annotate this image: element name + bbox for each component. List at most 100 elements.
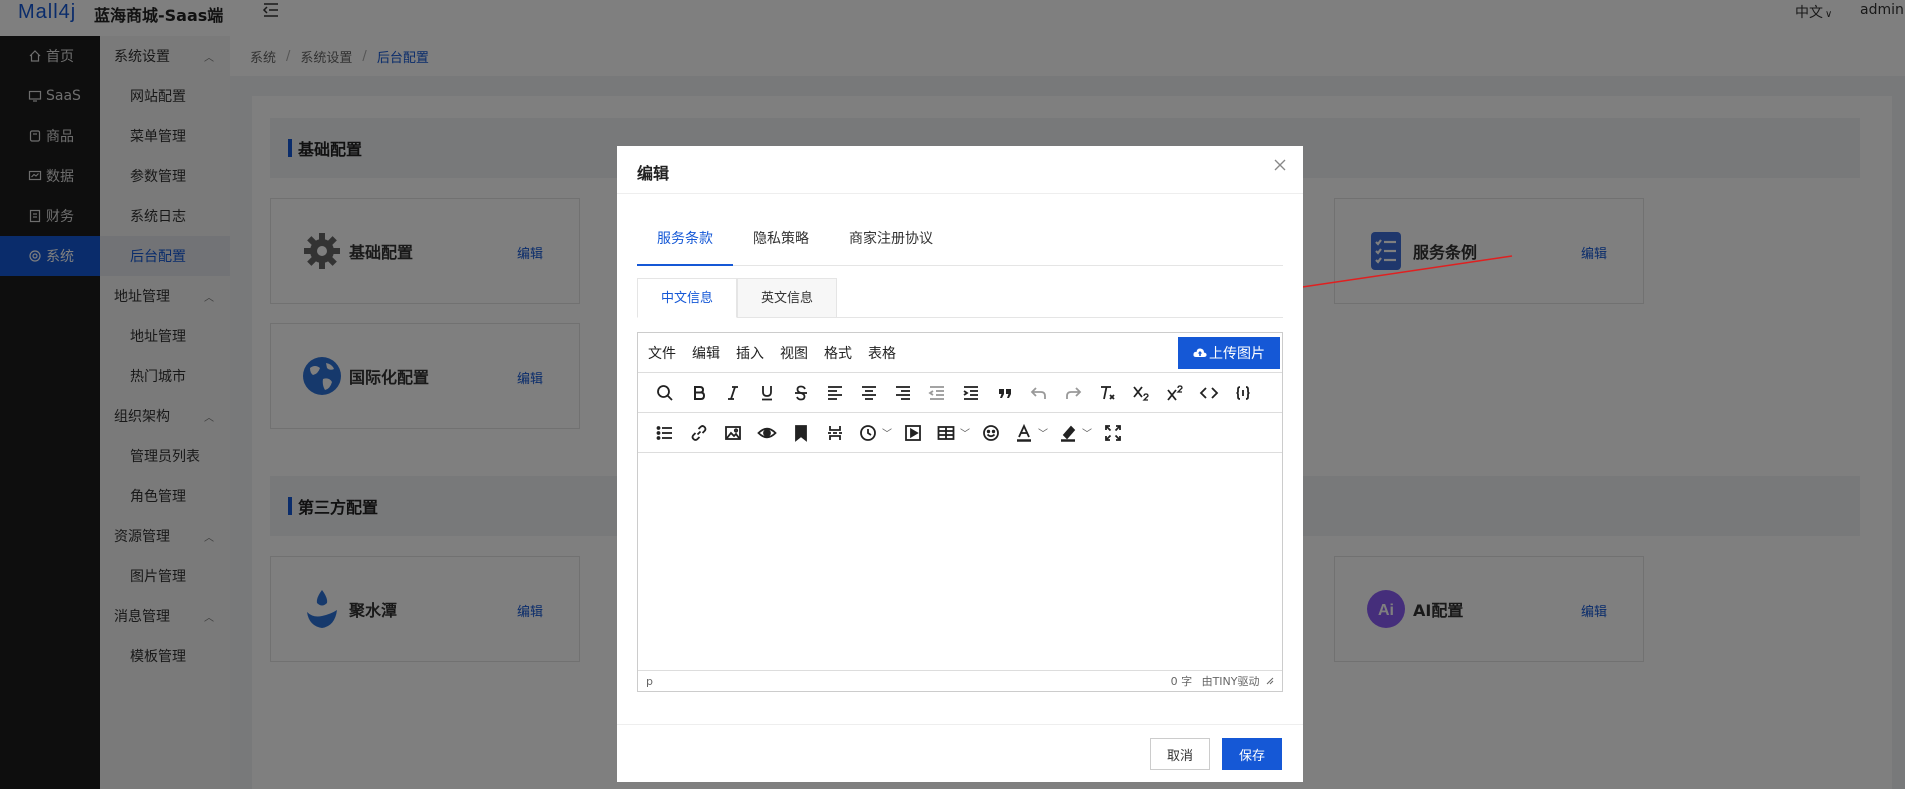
clock-icon <box>860 424 876 441</box>
word-count[interactable]: 0 字 <box>1171 675 1193 688</box>
dialog-divider <box>617 193 1303 194</box>
page-break-button[interactable] <box>818 418 852 448</box>
menu-file[interactable]: 文件 <box>648 343 676 363</box>
code-sample-button[interactable] <box>1226 378 1260 408</box>
editor-toolbar-row-2: ﹀ ﹀ ﹀ ﹀ <box>638 413 1282 453</box>
link-button[interactable] <box>682 418 716 448</box>
bookmark-icon <box>795 424 807 442</box>
blockquote-button[interactable] <box>988 378 1022 408</box>
preview-button[interactable] <box>750 418 784 448</box>
strikethrough-icon <box>795 385 807 400</box>
menu-insert[interactable]: 插入 <box>736 343 764 363</box>
bold-button[interactable] <box>682 378 716 408</box>
outdent-icon <box>928 385 944 400</box>
superscript-button[interactable] <box>1158 378 1192 408</box>
fullscreen-icon <box>1105 424 1121 441</box>
table-icon <box>937 425 955 440</box>
indent-button[interactable] <box>954 378 988 408</box>
menu-table[interactable]: 表格 <box>868 343 896 363</box>
align-center-icon <box>862 385 876 400</box>
highlighter-icon <box>1061 425 1076 442</box>
chevron-down-icon: ﹀ <box>1082 429 1092 440</box>
save-button[interactable]: 保存 <box>1222 738 1282 770</box>
highlight-color-dropdown[interactable]: ﹀ <box>1052 418 1096 448</box>
media-button[interactable] <box>896 418 930 448</box>
align-right-icon <box>896 385 910 400</box>
list-icon <box>656 425 672 440</box>
fullscreen-button[interactable] <box>1096 418 1130 448</box>
tab-chinese-info[interactable]: 中文信息 <box>637 278 737 318</box>
underline-icon <box>762 385 772 400</box>
upload-image-label: 上传图片 <box>1209 346 1265 362</box>
code-icon <box>1199 386 1219 399</box>
agreement-tabs: 服务条款 隐私策略 商家注册协议 <box>637 224 1283 266</box>
video-icon <box>905 424 921 441</box>
powered-by[interactable]: 由TINY驱动 <box>1202 675 1260 688</box>
cloud-upload-icon <box>1193 348 1207 357</box>
table-dropdown[interactable]: ﹀ <box>930 418 974 448</box>
dialog-title: 编辑 <box>637 164 670 183</box>
redo-button[interactable] <box>1056 378 1090 408</box>
find-replace-button[interactable] <box>648 378 682 408</box>
editor-menubar: 文件 编辑 插入 视图 格式 表格 上传图片 <box>638 333 1282 373</box>
italic-icon <box>728 385 738 400</box>
statusbar-right: 0 字 由TINY驱动 <box>1171 673 1274 689</box>
tab-english-info[interactable]: 英文信息 <box>737 278 837 318</box>
dialog-footer-divider <box>617 724 1303 725</box>
align-center-button[interactable] <box>852 378 886 408</box>
emoji-button[interactable] <box>974 418 1008 448</box>
insert-datetime-dropdown[interactable]: ﹀ <box>852 418 896 448</box>
edit-dialog: 编辑 服务条款 隐私策略 商家注册协议 中文信息 英文信息 文件 编辑 插入 视… <box>617 146 1303 782</box>
redo-icon <box>1066 386 1082 399</box>
emoji-icon <box>983 424 999 441</box>
list-button[interactable] <box>648 418 682 448</box>
page-break-icon <box>828 425 842 440</box>
source-code-button[interactable] <box>1192 378 1226 408</box>
element-path[interactable]: p <box>646 675 653 688</box>
resize-handle-icon[interactable] <box>1266 677 1274 685</box>
tab-merchant-agreement[interactable]: 商家注册协议 <box>829 224 953 266</box>
align-right-button[interactable] <box>886 378 920 408</box>
close-icon[interactable] <box>1273 158 1287 172</box>
bold-icon <box>694 385 706 400</box>
strikethrough-button[interactable] <box>784 378 818 408</box>
image-button[interactable] <box>716 418 750 448</box>
editor-statusbar: p 0 字 由TINY驱动 <box>638 671 1282 691</box>
superscript-icon <box>1167 384 1183 401</box>
undo-button[interactable] <box>1022 378 1056 408</box>
menu-edit[interactable]: 编辑 <box>692 343 720 363</box>
align-left-icon <box>828 385 842 400</box>
underline-button[interactable] <box>750 378 784 408</box>
tab-service-terms[interactable]: 服务条款 <box>637 224 733 266</box>
editor-toolbar-row-1 <box>638 373 1282 413</box>
tab-privacy-policy[interactable]: 隐私策略 <box>733 224 829 266</box>
upload-image-button[interactable]: 上传图片 <box>1178 337 1280 369</box>
clear-format-icon <box>1101 385 1115 400</box>
chevron-down-icon: ﹀ <box>1038 429 1048 440</box>
quote-icon <box>999 388 1011 398</box>
text-color-dropdown[interactable]: ﹀ <box>1008 418 1052 448</box>
rich-text-editor: 文件 编辑 插入 视图 格式 表格 上传图片 ﹀ ﹀ ﹀ ﹀ p 0 字 由TI… <box>637 332 1283 692</box>
annotation-arrow-icon <box>1281 255 1513 291</box>
subscript-button[interactable] <box>1124 378 1158 408</box>
text-color-icon <box>1017 423 1031 442</box>
chevron-down-icon: ﹀ <box>960 429 970 440</box>
clear-format-button[interactable] <box>1090 378 1124 408</box>
link-icon <box>691 424 707 441</box>
code-braces-icon <box>1236 385 1250 400</box>
menu-format[interactable]: 格式 <box>824 343 852 363</box>
align-left-button[interactable] <box>818 378 852 408</box>
editor-content-area[interactable] <box>638 453 1282 671</box>
undo-icon <box>1030 386 1046 399</box>
subscript-icon <box>1133 385 1149 401</box>
italic-button[interactable] <box>716 378 750 408</box>
chevron-down-icon: ﹀ <box>882 429 892 440</box>
search-icon <box>657 384 673 401</box>
menu-view[interactable]: 视图 <box>780 343 808 363</box>
cancel-button[interactable]: 取消 <box>1150 738 1210 770</box>
anchor-button[interactable] <box>784 418 818 448</box>
language-tabs: 中文信息 英文信息 <box>637 278 1283 318</box>
outdent-button[interactable] <box>920 378 954 408</box>
eye-icon <box>757 427 777 438</box>
indent-icon <box>963 385 978 400</box>
